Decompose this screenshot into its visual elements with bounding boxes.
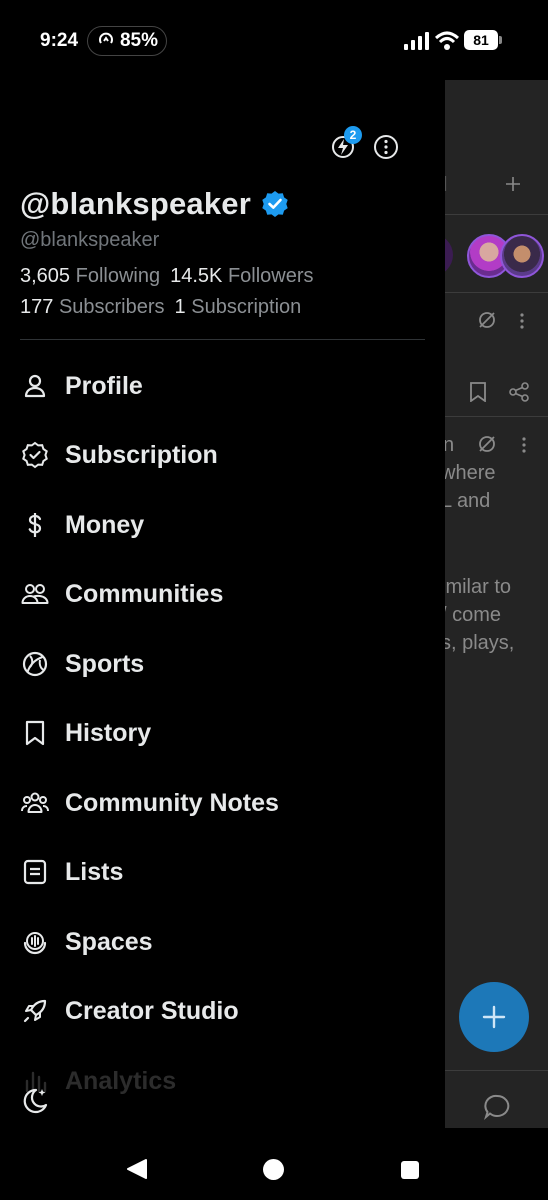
avatar[interactable]	[500, 234, 544, 278]
background-feed[interactable]: l n where L and imilar to / come s, play…	[445, 80, 548, 1128]
feed-header-fragment: l	[445, 174, 448, 196]
status-bar: 9:24 85% 81	[0, 0, 548, 80]
menu-item-communities[interactable]: Communities	[20, 574, 425, 614]
feed-text-line: where	[445, 462, 496, 484]
feed-text-line: L and	[445, 490, 491, 512]
wifi-icon	[434, 31, 460, 50]
menu-item-label: Money	[65, 510, 145, 539]
bookmark-icon[interactable]	[469, 382, 487, 402]
username[interactable]: @blankspeaker	[20, 229, 159, 252]
feed-text-line: / come	[445, 604, 502, 626]
subscription-count: 1	[174, 296, 186, 318]
menu-item-label: Communities	[65, 579, 224, 608]
home-button[interactable]	[263, 1159, 284, 1180]
subscribers-count: 177	[20, 296, 54, 318]
menu-item-community-notes[interactable]: Community Notes	[20, 783, 425, 823]
rocket-icon	[20, 996, 50, 1026]
menu-item-label: Profile	[65, 371, 143, 400]
subscribers-label: Subscribers	[58, 296, 165, 318]
verified-badge-icon	[20, 440, 50, 470]
menu-item-label: Lists	[65, 857, 124, 886]
menu-item-analytics[interactable]: Analytics	[20, 1061, 425, 1101]
menu-item-sports[interactable]: Sports	[20, 644, 425, 684]
grok-icon[interactable]	[477, 310, 497, 330]
divider	[20, 339, 425, 340]
menu-item-label: History	[65, 718, 152, 747]
menu-item-label: Creator Studio	[65, 996, 239, 1025]
following-label: Following	[75, 265, 161, 287]
bookmark-icon	[20, 718, 50, 748]
menu-item-label: Sports	[65, 649, 145, 678]
follow-stats: 3,605 Following 14.5K Followers	[20, 265, 314, 288]
menu-item-label: Subscription	[65, 440, 218, 469]
share-icon[interactable]	[509, 382, 529, 402]
system-nav-bar	[0, 1128, 548, 1200]
verified-icon	[262, 191, 288, 217]
feed-text-line: s, plays,	[445, 632, 515, 654]
menu-item-history[interactable]: History	[20, 713, 425, 753]
compose-button[interactable]	[459, 982, 529, 1052]
hotspot-indicator: 85%	[87, 26, 167, 56]
battery-level: 81	[464, 30, 498, 50]
navigation-drawer: 2 @blankspeaker @blankspeaker 3,605 Foll…	[0, 80, 445, 1128]
menu-item-spaces[interactable]: Spaces	[20, 922, 425, 962]
following-link[interactable]: 3,605 Following	[20, 265, 160, 288]
mic-icon	[20, 927, 50, 957]
profile-header[interactable]: @blankspeaker	[20, 186, 289, 222]
avatar[interactable]	[445, 234, 453, 276]
more-options-button[interactable]	[373, 134, 399, 160]
following-count: 3,605	[20, 265, 71, 287]
menu-item-label: Community Notes	[65, 788, 279, 817]
ball-icon	[20, 649, 50, 679]
display-name[interactable]: @blankspeaker	[20, 186, 251, 222]
feed-inline-fragment: n	[445, 434, 455, 456]
more-icon[interactable]	[521, 436, 527, 454]
status-time: 9:24	[40, 30, 79, 51]
back-icon[interactable]	[126, 1158, 148, 1180]
people-icon	[20, 579, 50, 609]
dollar-icon	[20, 510, 50, 540]
list-icon	[20, 857, 50, 887]
plus-icon	[482, 1005, 506, 1029]
menu-item-money[interactable]: Money	[20, 505, 425, 545]
grok-icon[interactable]	[477, 434, 497, 454]
hotspot-percent: 85%	[119, 30, 159, 51]
more-vertical-icon	[374, 135, 398, 159]
drawer-top-actions: 2	[330, 126, 410, 166]
followers-count: 14.5K	[170, 265, 223, 287]
menu-item-label: Spaces	[65, 927, 153, 956]
plus-icon[interactable]	[505, 176, 521, 192]
menu-item-label: Analytics	[65, 1066, 177, 1095]
group-icon	[20, 788, 50, 818]
subscription-stats: 177 Subscribers 1 Subscription	[20, 296, 301, 319]
subscribers-link[interactable]: 177 Subscribers	[20, 296, 165, 319]
followers-link[interactable]: 14.5K Followers	[170, 265, 313, 288]
menu-item-lists[interactable]: Lists	[20, 852, 425, 892]
messages-icon[interactable]	[483, 1093, 511, 1121]
switch-accounts-button[interactable]: 2	[330, 126, 362, 160]
feed-text-line: imilar to	[445, 576, 512, 598]
menu-item-profile[interactable]: Profile	[20, 366, 425, 406]
moon-icon[interactable]	[20, 1086, 50, 1116]
menu-item-subscription[interactable]: Subscription	[20, 435, 425, 475]
person-icon	[20, 371, 50, 401]
notification-badge: 2	[344, 126, 362, 144]
menu-item-creator-studio[interactable]: Creator Studio	[20, 991, 425, 1031]
recents-button[interactable]	[401, 1161, 419, 1179]
battery-icon: 81	[464, 30, 502, 50]
subscription-link[interactable]: 1 Subscription	[175, 296, 302, 319]
signal-icon	[404, 32, 429, 50]
hotspot-icon	[96, 29, 116, 54]
feed-bottom-bar	[445, 1070, 548, 1128]
followers-label: Followers	[227, 265, 314, 287]
subscription-label: Subscription	[191, 296, 302, 318]
fleet-avatars[interactable]	[445, 230, 548, 280]
more-icon[interactable]	[519, 312, 525, 330]
